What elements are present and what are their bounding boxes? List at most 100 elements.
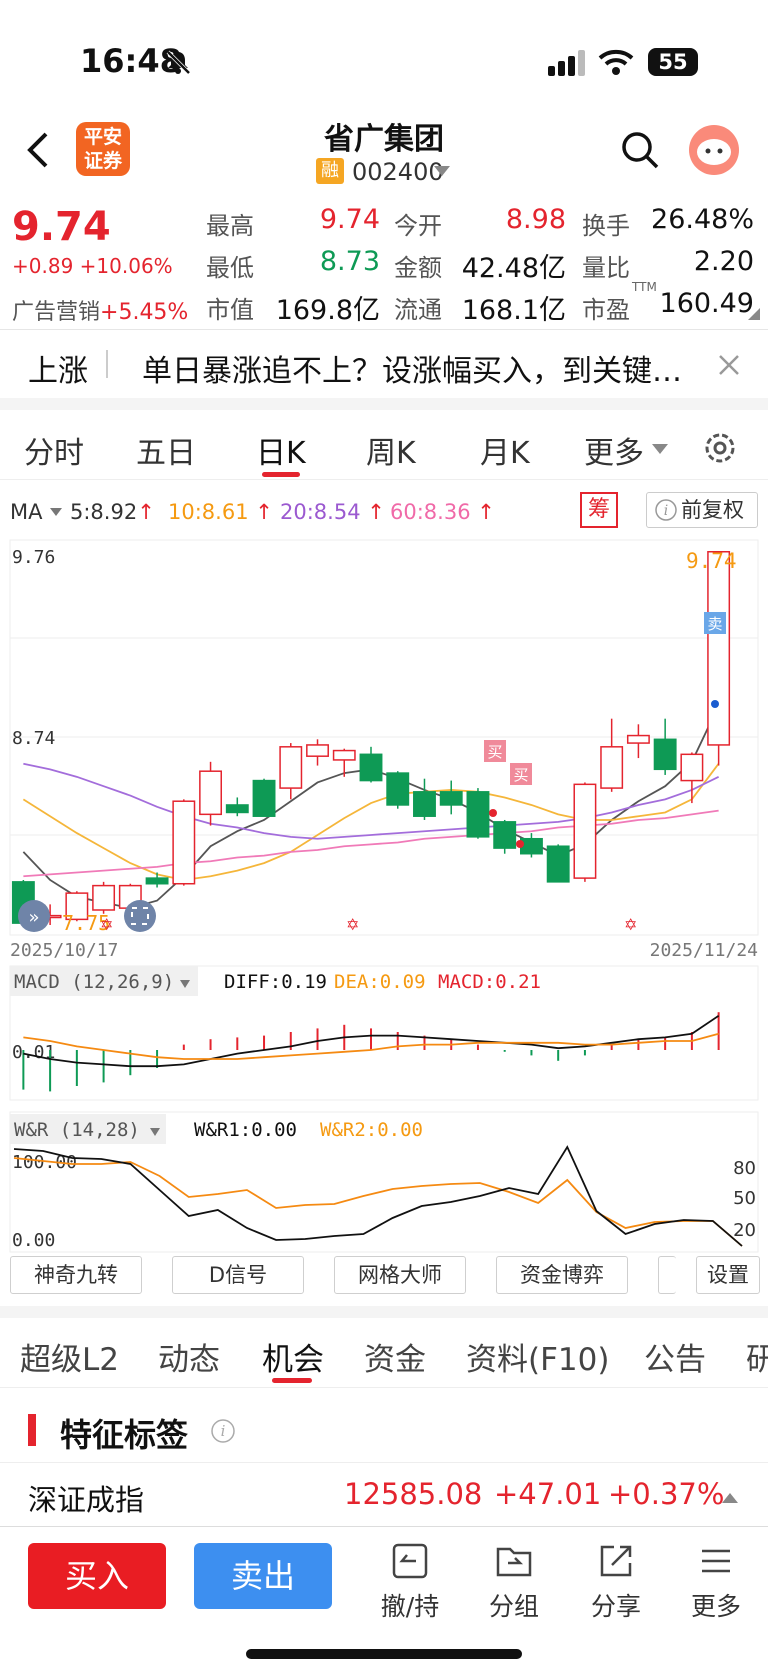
tab-research[interactable]: 研 bbox=[746, 1334, 768, 1379]
candle-body bbox=[199, 770, 223, 816]
info-icon[interactable]: i bbox=[210, 1418, 236, 1444]
chevron-up-icon[interactable] bbox=[722, 1491, 738, 1503]
sell-marker[interactable]: 卖 bbox=[704, 612, 726, 634]
fund-game-button[interactable]: 资金博弈 bbox=[496, 1256, 628, 1294]
tab-monthly-k[interactable]: 月K bbox=[480, 428, 530, 472]
macd-plot bbox=[22, 1012, 720, 1092]
event-star-icon[interactable]: ✡ bbox=[346, 915, 359, 934]
fullscreen-icon[interactable] bbox=[124, 900, 156, 932]
ma-legend: MA 5:8.92↑ 10:8.61 ↑ 20:8.54 ↑ 60:8.36 ↑… bbox=[0, 492, 768, 536]
tab-daily-k[interactable]: 日K bbox=[256, 428, 306, 472]
assistant-avatar-icon[interactable] bbox=[688, 124, 740, 176]
chevron-down-icon[interactable] bbox=[652, 444, 668, 456]
diff-value: DIFF:0.19 bbox=[224, 971, 327, 993]
chart-area[interactable]: 9.76 8.74 7.75 9.74 买 买 卖 ✡ ✡ ✡ » 2025/1… bbox=[0, 536, 768, 1296]
event-star-icon[interactable]: ✡ bbox=[100, 915, 113, 934]
buy-marker[interactable]: 买 bbox=[510, 763, 532, 785]
home-indicator bbox=[246, 1649, 522, 1659]
x-end-label: 2025/11/24 bbox=[650, 940, 758, 961]
quote-value: 8.98 bbox=[505, 204, 566, 235]
tab-f10[interactable]: 资料(F10) bbox=[466, 1334, 609, 1379]
candle-body bbox=[225, 804, 249, 814]
sell-button[interactable]: 卖出 bbox=[194, 1543, 332, 1609]
buy-button[interactable]: 买入 bbox=[28, 1543, 166, 1609]
feature-section: 特征标签 i bbox=[0, 1398, 768, 1462]
d-signal-button[interactable]: D信号 bbox=[172, 1256, 304, 1294]
buy-marker[interactable]: 买 bbox=[484, 740, 506, 762]
chip-button[interactable]: 筹 bbox=[580, 492, 618, 528]
share-button[interactable]: 分享 bbox=[576, 1541, 656, 1623]
candle-body bbox=[600, 746, 624, 789]
quote-value: 42.48亿 bbox=[461, 253, 566, 284]
status-bar: 16:48 55 bbox=[0, 0, 768, 120]
last-price-label: 9.74 bbox=[686, 549, 737, 573]
quote-value: 160.49 bbox=[659, 288, 754, 319]
tab-five-day[interactable]: 五日 bbox=[136, 428, 196, 472]
expand-panel-icon[interactable]: » bbox=[18, 900, 50, 932]
quote-label: 金额 bbox=[394, 254, 442, 282]
wr-right-label: 80 bbox=[733, 1158, 756, 1179]
news-tag: 上涨 bbox=[28, 354, 88, 389]
dea-value: DEA:0.09 bbox=[334, 971, 426, 993]
ma-label[interactable]: MA bbox=[10, 500, 42, 524]
quote-label: 换手 bbox=[582, 212, 630, 240]
section-marker bbox=[28, 1414, 36, 1446]
bell-muted-icon bbox=[166, 50, 191, 75]
quote-value: 9.74 bbox=[319, 204, 380, 235]
news-ticker[interactable]: 上涨 单日暴涨追不上？设涨幅买入，到关键… bbox=[0, 332, 768, 396]
candle-body bbox=[172, 800, 196, 885]
wr-y-top: 100.00 bbox=[12, 1152, 77, 1173]
close-icon[interactable] bbox=[718, 354, 740, 376]
corner-expand-icon[interactable] bbox=[748, 308, 760, 320]
quote-panel: 9.74 +0.89 +10.06% 广告营销+5.45% 最高 9.74 今开 8.… bbox=[0, 190, 768, 330]
event-star-icon[interactable]: ✡ bbox=[624, 915, 637, 934]
cancel-hold-button[interactable]: 撤/持 bbox=[370, 1541, 450, 1623]
ma-caret-icon[interactable] bbox=[50, 508, 62, 518]
tab-announcements[interactable]: 公告 bbox=[644, 1334, 706, 1379]
tab-opportunity[interactable]: 机会 bbox=[262, 1334, 324, 1379]
tab-funds[interactable]: 资金 bbox=[364, 1334, 426, 1379]
grid-master-button[interactable]: 网格大师 bbox=[334, 1256, 466, 1294]
tab-news[interactable]: 动态 bbox=[158, 1334, 220, 1379]
index-ticker[interactable]: 深证成指 12585.08 +47.01 +0.37% bbox=[0, 1462, 768, 1526]
group-button[interactable]: 分组 bbox=[474, 1541, 554, 1623]
more-tools-button[interactable] bbox=[658, 1256, 676, 1294]
search-icon[interactable] bbox=[620, 130, 660, 170]
news-text[interactable]: 单日暴涨追不上？设涨幅买入，到关键… bbox=[142, 346, 702, 390]
settings-button[interactable]: 设置 bbox=[696, 1256, 760, 1294]
active-tab-indicator bbox=[272, 1378, 312, 1383]
nine-turn-button[interactable]: 神奇九转 bbox=[10, 1256, 142, 1294]
candle-body bbox=[145, 877, 169, 885]
info-tabs: 超级L2 动态 机会 资金 资料(F10) 公告 研 bbox=[0, 1320, 768, 1388]
tab-weekly-k[interactable]: 周K bbox=[366, 428, 416, 472]
y-mid-label: 8.74 bbox=[12, 728, 55, 749]
ma5-line bbox=[22, 705, 720, 910]
gear-icon[interactable] bbox=[702, 430, 738, 466]
quote-label: 市盈 bbox=[582, 296, 630, 324]
quote-value: 169.8亿 bbox=[275, 295, 380, 326]
wr2-value: W&R2:0.00 bbox=[320, 1119, 423, 1141]
svg-text:卖: 卖 bbox=[707, 615, 722, 633]
candle-body bbox=[573, 783, 597, 879]
ma10-value: 10:8.61 ↑ bbox=[168, 500, 273, 524]
candle-body bbox=[252, 779, 276, 817]
wr1-value: W&R1:0.00 bbox=[194, 1119, 297, 1141]
tab-super-l2[interactable]: 超级L2 bbox=[20, 1334, 119, 1379]
candle-body bbox=[439, 791, 463, 806]
macd-y-label: 0.01 bbox=[12, 1042, 55, 1063]
sector-row[interactable]: 广告营销+5.45% bbox=[12, 294, 188, 326]
menu-icon bbox=[702, 1549, 730, 1573]
svg-text:i: i bbox=[664, 503, 668, 519]
battery-level: 55 bbox=[658, 50, 688, 74]
quote-value: 8.73 bbox=[319, 246, 380, 277]
tab-intraday[interactable]: 分时 bbox=[24, 428, 84, 472]
share-icon bbox=[600, 1545, 632, 1577]
quote-value: 2.20 bbox=[693, 246, 754, 277]
tab-more[interactable]: 更多 bbox=[584, 428, 644, 472]
more-button[interactable]: 更多 bbox=[676, 1541, 756, 1623]
index-pct: +0.37% bbox=[608, 1477, 725, 1511]
quote-label: 市值 bbox=[206, 296, 254, 324]
index-name: 深证成指 bbox=[28, 1483, 145, 1517]
dropdown-caret-icon[interactable] bbox=[434, 166, 450, 178]
folder-icon bbox=[496, 1547, 532, 1577]
